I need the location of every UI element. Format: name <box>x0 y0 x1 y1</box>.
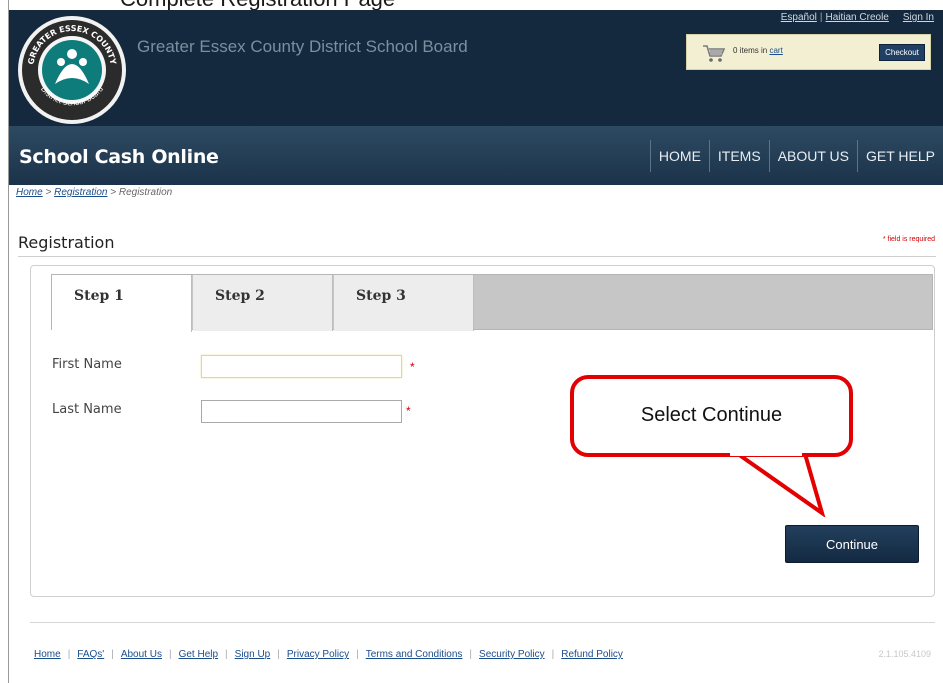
tab-step-2[interactable]: Step 2 <box>193 275 333 331</box>
separator: | <box>551 649 555 660</box>
first-name-field[interactable] <box>201 355 402 378</box>
nav-item-get-help[interactable]: GET HELP <box>857 140 943 172</box>
footer-links: Home | FAQs' | About Us | Get Help | Sign Up | Pri… <box>34 649 623 660</box>
sign-in-link[interactable]: Sign In <box>903 12 934 23</box>
last-name-required-star: * <box>406 404 411 418</box>
app-brand-title[interactable]: School Cash Online <box>19 146 219 168</box>
last-name-field[interactable] <box>201 400 402 423</box>
cart-count-prefix: 0 items in <box>733 46 770 55</box>
last-name-label: Last Name <box>52 402 122 417</box>
continue-button[interactable]: Continue <box>785 525 919 563</box>
footer-link-terms[interactable]: Terms and Conditions <box>366 649 463 660</box>
separator: | <box>225 649 228 660</box>
separator: | <box>277 649 280 660</box>
step-tabs: Step 1 Step 2 Step 3 <box>51 274 933 332</box>
separator: | <box>469 649 473 660</box>
callout-pointer <box>726 447 826 517</box>
nav-item-home[interactable]: HOME <box>649 140 709 172</box>
separator: | <box>356 649 359 660</box>
school-board-logo[interactable]: GREATER ESSEX COUNTY District School Boa… <box>11 14 133 126</box>
tab-step-1[interactable]: Step 1 <box>52 275 192 332</box>
callout-tail-mask <box>730 447 802 456</box>
breadcrumb-registration-link[interactable]: Registration <box>54 187 107 198</box>
site-header: GREATER ESSEX COUNTY District School Boa… <box>9 10 943 126</box>
cart-summary: 0 items in cart Checkout <box>686 34 931 70</box>
separator: | <box>819 12 823 23</box>
shopping-cart-icon[interactable] <box>702 43 726 63</box>
page-title: Registration <box>18 233 115 252</box>
language-links: Español | Haitian Creole Sign In <box>781 12 934 23</box>
footer-link-home[interactable]: Home <box>34 649 61 660</box>
breadcrumb: Home > Registration > Registration <box>16 187 172 198</box>
footer-link-faqs[interactable]: FAQs' <box>77 649 104 660</box>
top-caption: Complete Registration Page <box>120 0 395 10</box>
title-divider <box>18 256 936 257</box>
tab-step-3[interactable]: Step 3 <box>334 275 474 331</box>
nav-item-about-us[interactable]: ABOUT US <box>768 140 857 172</box>
top-caption-strip: Complete Registration Page <box>0 0 943 10</box>
separator: | <box>67 649 71 660</box>
checkout-button[interactable]: Checkout <box>879 44 925 61</box>
footer-link-about-us[interactable]: About Us <box>121 649 162 660</box>
first-name-required-star: * <box>410 360 415 374</box>
cart-count-text: 0 items in cart <box>733 46 783 55</box>
breadcrumb-separator: > <box>42 187 55 198</box>
footer-divider <box>30 622 935 623</box>
required-note-text: field is required <box>885 236 935 243</box>
footer-link-security-policy[interactable]: Security Policy <box>479 649 545 660</box>
footer-link-privacy-policy[interactable]: Privacy Policy <box>287 649 349 660</box>
footer-link-sign-up[interactable]: Sign Up <box>235 649 271 660</box>
version-number: 2.1.105.4109 <box>878 649 931 659</box>
language-link-haitian-creole[interactable]: Haitian Creole <box>825 12 888 23</box>
required-field-note: * field is required <box>883 236 935 243</box>
breadcrumb-home-link[interactable]: Home <box>16 187 43 198</box>
footer-link-refund-policy[interactable]: Refund Policy <box>561 649 623 660</box>
cart-link[interactable]: cart <box>769 46 782 55</box>
instruction-callout: Select Continue <box>570 375 853 457</box>
main-nav-bar: School Cash Online HOME ITEMS ABOUT US G… <box>9 126 943 185</box>
nav-item-items[interactable]: ITEMS <box>708 140 769 172</box>
footer-link-get-help[interactable]: Get Help <box>179 649 218 660</box>
first-name-label: First Name <box>52 357 122 372</box>
separator: | <box>168 649 172 660</box>
main-nav: HOME ITEMS ABOUT US GET HELP <box>649 140 943 172</box>
callout-text: Select Continue <box>640 404 783 426</box>
organization-name: Greater Essex County District School Boa… <box>137 37 468 56</box>
breadcrumb-separator: > <box>107 187 119 198</box>
separator: | <box>111 649 114 660</box>
breadcrumb-current: Registration <box>118 187 173 198</box>
language-link-espanol[interactable]: Español <box>781 12 817 23</box>
